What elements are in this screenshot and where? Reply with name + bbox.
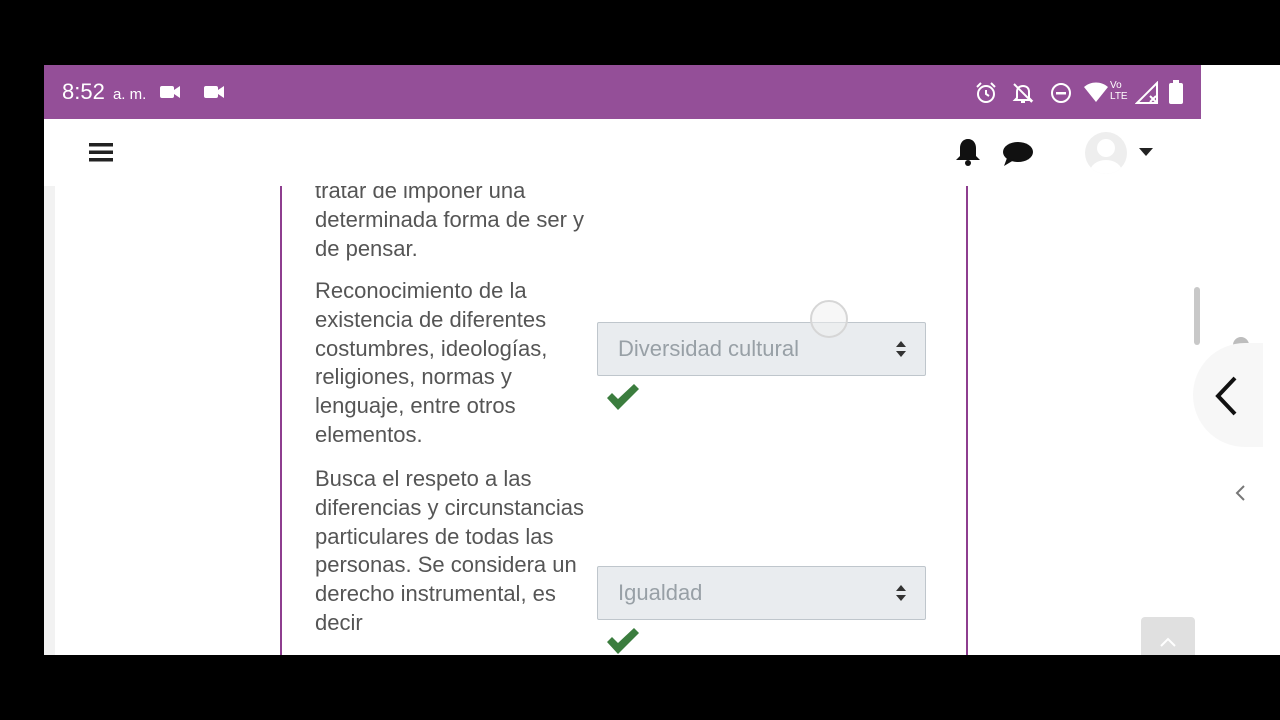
sort-arrows-icon xyxy=(896,341,906,357)
do-not-disturb-icon xyxy=(1051,83,1071,103)
chat-icon[interactable] xyxy=(1002,141,1034,167)
status-time: 8:52 a. m. xyxy=(62,79,147,104)
answer-select-1-value: Diversidad cultural xyxy=(618,336,799,361)
quiz-content: tratar de imponer una determinada forma … xyxy=(44,186,1201,655)
video-camera-icon-2 xyxy=(204,86,224,98)
menu-icon[interactable] xyxy=(89,142,113,162)
answer-select-1[interactable]: Diversidad cultural xyxy=(597,322,926,376)
status-bar: 8:52 a. m. Vo LTE xyxy=(44,65,1201,119)
back-to-top-button[interactable] xyxy=(1141,617,1195,655)
battery-icon xyxy=(1169,80,1183,104)
app-bar xyxy=(44,119,1201,187)
chevron-left-small-icon[interactable] xyxy=(1234,485,1246,501)
question-row-text-3: Busca el respeto a las diferencias y cir… xyxy=(315,466,585,635)
page-left-edge xyxy=(44,186,55,655)
correct-check-icon-2 xyxy=(607,628,639,654)
phone-screen: 8:52 a. m. Vo LTE tratar de imponer una … xyxy=(44,65,1280,655)
question-row-text-1: tratar de imponer una determinada forma … xyxy=(315,186,585,261)
wifi-icon xyxy=(1084,82,1108,102)
avatar[interactable] xyxy=(1085,132,1127,174)
bell-off-icon xyxy=(1012,83,1034,103)
touch-indicator xyxy=(810,300,848,338)
user-silhouette-icon xyxy=(1090,139,1122,174)
signal-icon xyxy=(1135,81,1158,104)
bell-icon[interactable] xyxy=(954,137,982,167)
answer-select-2-value: Igualdad xyxy=(618,580,703,605)
network-label: Vo LTE xyxy=(1110,80,1128,102)
caret-down-icon[interactable] xyxy=(1138,147,1154,157)
chevron-up-icon xyxy=(1160,637,1176,647)
right-rail xyxy=(1193,65,1280,655)
chevron-left-icon xyxy=(1215,376,1237,416)
drawer-toggle-button[interactable] xyxy=(1193,343,1263,447)
question-row-text-2: Reconocimiento de la existencia de difer… xyxy=(315,278,548,447)
answer-select-2[interactable]: Igualdad xyxy=(597,566,926,620)
page-scrollbar-thumb[interactable] xyxy=(1194,287,1200,345)
correct-check-icon-1 xyxy=(607,384,639,410)
sort-arrows-icon-2 xyxy=(896,585,906,601)
video-camera-icon xyxy=(160,86,180,98)
alarm-icon xyxy=(976,82,996,103)
